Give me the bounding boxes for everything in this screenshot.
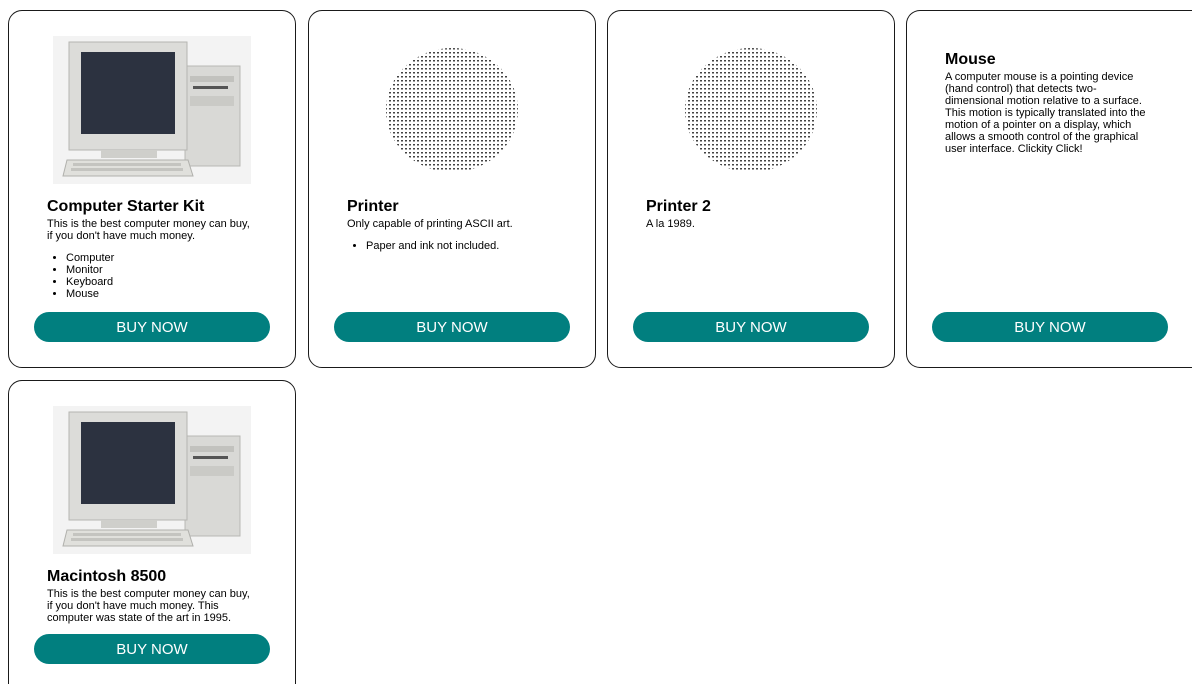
product-card-printer: Printer Only capable of printing ASCII a… bbox=[308, 10, 596, 368]
list-item: Monitor bbox=[66, 264, 255, 276]
product-title: Mouse bbox=[945, 51, 996, 68]
product-description: This is the best computer money can buy,… bbox=[47, 218, 250, 242]
feature-list: Computer Monitor Keyboard Mouse bbox=[47, 252, 255, 300]
buy-now-button[interactable]: Buy Now bbox=[34, 634, 270, 664]
product-card-printer-2: Printer 2 A la 1989. Buy Now bbox=[607, 10, 895, 368]
buy-now-button[interactable]: Buy Now bbox=[334, 312, 570, 342]
list-item: Computer bbox=[66, 252, 255, 264]
buy-now-button[interactable]: Buy Now bbox=[932, 312, 1168, 342]
buy-now-button[interactable]: Buy Now bbox=[633, 312, 869, 342]
product-description: This is the best computer money can buy,… bbox=[47, 588, 250, 624]
buy-now-button[interactable]: Buy Now bbox=[34, 312, 270, 342]
product-title: Macintosh 8500 bbox=[47, 568, 167, 585]
feature-list: Paper and ink not included. bbox=[347, 240, 555, 252]
list-item: Keyboard bbox=[66, 276, 255, 288]
product-card-computer-starter-kit: Computer Starter Kit This is the best co… bbox=[8, 10, 296, 368]
product-title: Computer Starter Kit bbox=[47, 198, 205, 215]
product-title: Printer bbox=[347, 198, 399, 215]
list-item: Paper and ink not included. bbox=[366, 240, 555, 252]
computer-image bbox=[53, 406, 251, 554]
product-description: Only capable of printing ASCII art. bbox=[347, 218, 513, 230]
product-card-macintosh-8500: Macintosh 8500 This is the best computer… bbox=[8, 380, 296, 684]
product-description: A computer mouse is a pointing device (h… bbox=[945, 71, 1146, 155]
computer-image bbox=[53, 36, 251, 184]
ascii-printer-art bbox=[353, 36, 551, 184]
ascii-printer-art bbox=[652, 36, 850, 184]
product-title: Printer 2 bbox=[646, 198, 711, 215]
list-item: Mouse bbox=[66, 288, 255, 300]
product-description: A la 1989. bbox=[646, 218, 695, 230]
product-card-mouse: Mouse A computer mouse is a pointing dev… bbox=[906, 10, 1192, 368]
